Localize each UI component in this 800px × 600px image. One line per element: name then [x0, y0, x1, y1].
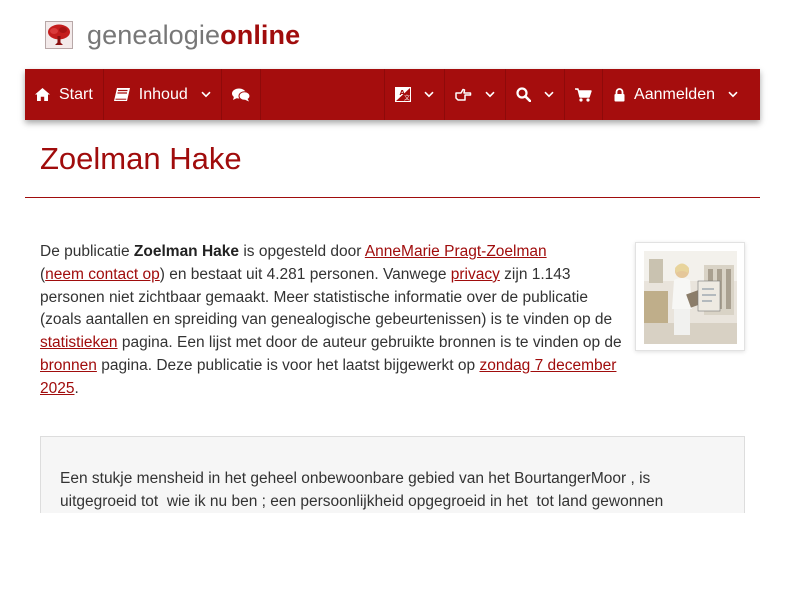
- comments-icon: [231, 88, 250, 102]
- nav-content-label: Inhoud: [138, 85, 188, 103]
- sources-link[interactable]: bronnen: [40, 357, 97, 374]
- intro-text: De publicatie: [40, 243, 134, 260]
- page-fold: [0, 513, 800, 600]
- nav-language-dropdown[interactable]: A文: [385, 69, 446, 120]
- home-icon: [35, 88, 50, 101]
- nav-share-dropdown[interactable]: [445, 69, 507, 120]
- intro-text: pagina. Deze publicatie is voor het laat…: [96, 356, 480, 374]
- book-icon: [113, 87, 130, 102]
- brand-name-part2: online: [220, 20, 301, 50]
- site-logo[interactable]: genealogieonline: [45, 18, 300, 52]
- author-photo-image: [644, 251, 737, 344]
- chevron-down-icon: [728, 91, 738, 98]
- nav-spacer: [261, 69, 386, 120]
- publication-intro: De publicatie Zoelman Hake is opgesteld …: [40, 241, 622, 401]
- author-link[interactable]: AnneMarie Pragt-Zoelman: [365, 243, 547, 260]
- nav-login-dropdown[interactable]: Aanmelden: [603, 69, 760, 120]
- privacy-link[interactable]: privacy: [451, 266, 500, 283]
- svg-text:文: 文: [404, 94, 410, 102]
- title-divider: [25, 197, 760, 198]
- brand-name-part1: genealogie: [87, 20, 221, 50]
- search-icon: [516, 87, 532, 102]
- hand-pointing-icon: [455, 88, 472, 101]
- contact-link[interactable]: neem contact op: [45, 266, 160, 283]
- intro-text: ) en bestaat uit 4.281 personen. Vanwege: [159, 265, 451, 283]
- lock-icon: [614, 87, 625, 102]
- nav-search-dropdown[interactable]: [506, 69, 566, 120]
- statistics-link[interactable]: statistieken: [40, 334, 118, 351]
- nav-cart[interactable]: [565, 69, 604, 120]
- publication-name: Zoelman Hake: [133, 243, 240, 260]
- nav-start-label: Start: [59, 85, 93, 103]
- chevron-down-icon: [201, 91, 211, 98]
- nav-start[interactable]: Start: [25, 69, 104, 120]
- tree-icon: [45, 21, 73, 49]
- nav-content-dropdown[interactable]: Inhoud: [104, 69, 222, 120]
- main-navbar: Start Inhoud A文 Aanmelden: [25, 69, 760, 120]
- page-title: Zoelman Hake: [40, 141, 242, 176]
- chevron-down-icon: [485, 91, 495, 98]
- nav-login-label: Aanmelden: [634, 85, 715, 103]
- author-photo[interactable]: [635, 242, 745, 351]
- brand-name: genealogieonline: [87, 19, 300, 51]
- language-icon: A文: [395, 87, 412, 102]
- nav-chat[interactable]: [222, 69, 261, 120]
- publication-description: Een stukje mensheid in het geheel onbewo…: [40, 436, 745, 514]
- chevron-down-icon: [544, 91, 554, 98]
- intro-text: pagina. Een lijst met door de auteur geb…: [117, 334, 622, 352]
- intro-text: is opgesteld door: [239, 243, 365, 260]
- intro-text: .: [74, 379, 79, 397]
- shopping-cart-icon: [575, 87, 592, 102]
- chevron-down-icon: [424, 91, 434, 98]
